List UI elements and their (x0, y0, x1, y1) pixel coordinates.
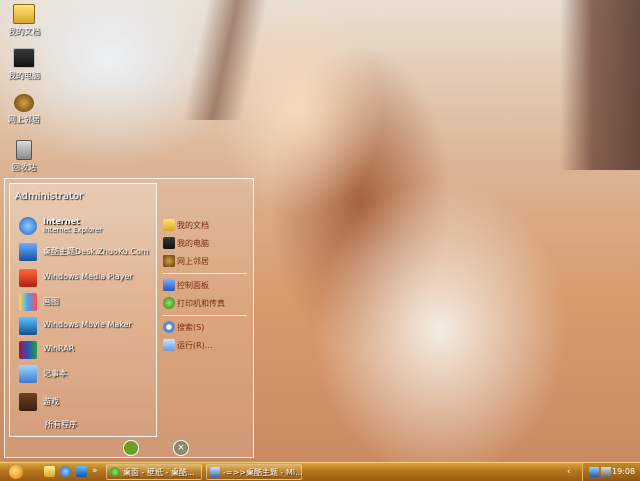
places-item-control-panel[interactable]: 控制面板 (159, 277, 251, 295)
places-item-run[interactable]: 运行(R)... (159, 337, 251, 355)
tray-volume-icon[interactable] (601, 467, 611, 477)
start-menu-program-movie-maker[interactable]: Windows Movie Maker (15, 315, 155, 337)
places-item-network[interactable]: 网上邻居 (159, 253, 251, 271)
start-menu-program-winrar[interactable]: WinRAR (15, 339, 155, 361)
tray-expand-chevron-icon[interactable]: ‹ (567, 467, 577, 477)
quicklaunch-ie-icon[interactable] (60, 466, 71, 477)
all-programs-button[interactable]: 所有程序 (45, 419, 77, 430)
program-label: 记事本 (43, 369, 67, 378)
places-label: 网上邻居 (177, 257, 209, 266)
program-label: Windows Media Player (43, 272, 133, 281)
start-menu-user-name: Administrator (15, 191, 84, 202)
run-icon (163, 339, 175, 351)
my-computer-icon (163, 237, 175, 249)
my-computer-icon (13, 48, 35, 68)
places-label: 我的电脑 (177, 239, 209, 248)
taskbar-button-zhuoku-document[interactable]: -=>>桌酷主题 - Mi... (206, 464, 303, 480)
window-icon (110, 467, 120, 477)
quicklaunch-more-chevron-icon[interactable]: » (92, 466, 100, 477)
search-icon (163, 321, 175, 333)
start-orb-icon (9, 465, 23, 479)
shut-down-icon: × (177, 443, 185, 453)
start-menu: Administrator Internet Internet Explorer… (4, 178, 254, 458)
start-menu-program-notepad[interactable]: 记事本 (15, 363, 155, 385)
places-label: 打印机和传真 (177, 299, 225, 308)
printer-icon (163, 297, 175, 309)
places-label: 运行(R)... (177, 341, 213, 350)
start-button[interactable] (0, 463, 34, 481)
desktop-icon-label: 网上邻居 (8, 115, 40, 124)
movie-maker-icon (19, 317, 37, 335)
ie-icon (19, 217, 37, 235)
network-icon (163, 255, 175, 267)
game-icon (19, 393, 37, 411)
program-label: Windows Movie Maker (43, 320, 132, 329)
places-label: 控制面板 (177, 281, 209, 290)
program-label: 画图 (43, 297, 59, 306)
pinned-subtitle: Internet Explorer (43, 226, 103, 234)
start-menu-program-game[interactable]: 游戏 (15, 391, 155, 413)
desktop-icon-label: 回收站 (12, 163, 36, 172)
desktop-icon-my-computer[interactable]: 我的电脑 (2, 48, 46, 81)
places-separator (163, 273, 247, 274)
program-label: 游戏 (43, 397, 59, 406)
places-item-search[interactable]: 搜索(S) (159, 319, 251, 337)
places-label: 我的文档 (177, 221, 209, 230)
desktop-icon-label: 我的文档 (8, 27, 40, 36)
start-menu-program-paint[interactable]: 画图 (15, 291, 155, 313)
media-player-icon (19, 269, 37, 287)
start-menu-program-media-player[interactable]: Windows Media Player (15, 267, 155, 289)
quicklaunch-media-icon[interactable] (76, 466, 87, 477)
recycle-bin-icon (16, 140, 32, 160)
pinned-title: Internet (43, 217, 80, 226)
control-panel-icon (163, 279, 175, 291)
places-separator (163, 315, 247, 316)
start-menu-pinned-zhuoku[interactable]: 桌酷主题Desk.ZhuoKu.Com (15, 241, 155, 263)
desktop-icon-my-documents[interactable]: 我的文档 (2, 4, 46, 37)
document-icon (210, 467, 220, 477)
wallpaper-tree-right (560, 0, 640, 170)
places-label: 搜索(S) (177, 323, 205, 332)
winrar-icon (19, 341, 37, 359)
log-off-button[interactable] (123, 440, 139, 456)
start-menu-pinned-internet[interactable]: Internet Internet Explorer (15, 215, 155, 237)
network-icon (14, 94, 34, 112)
desktop-icon-label: 我的电脑 (8, 71, 40, 80)
pinned-title: 桌酷主题Desk.ZhuoKu.Com (43, 247, 149, 256)
notepad-icon (19, 365, 37, 383)
zhuoku-icon (19, 243, 37, 261)
desktop-icon-recycle-bin[interactable]: 回收站 (2, 140, 46, 173)
my-documents-icon (163, 219, 175, 231)
paint-icon (19, 293, 37, 311)
shut-down-button[interactable]: × (173, 440, 189, 456)
taskbar-button-label: 桌面 - 壁纸 - 桌酷... (123, 468, 195, 477)
taskbar: » 桌面 - 壁纸 - 桌酷... -=>>桌酷主题 - Mi... ‹ 19:… (0, 462, 640, 481)
program-label: WinRAR (43, 344, 75, 353)
tray-network-icon[interactable] (589, 467, 599, 477)
desktop-icon-network[interactable]: 网上邻居 (2, 94, 46, 125)
quicklaunch-show-desktop-icon[interactable] (44, 466, 55, 477)
places-item-my-documents[interactable]: 我的文档 (159, 217, 251, 235)
places-item-my-computer[interactable]: 我的电脑 (159, 235, 251, 253)
places-item-printers[interactable]: 打印机和传真 (159, 295, 251, 313)
taskbar-clock[interactable]: 19:08 (612, 467, 635, 476)
taskbar-button-zhuoku-browser[interactable]: 桌面 - 壁纸 - 桌酷... (106, 464, 202, 480)
my-documents-icon (13, 4, 35, 24)
taskbar-button-label: -=>>桌酷主题 - Mi... (223, 468, 303, 477)
